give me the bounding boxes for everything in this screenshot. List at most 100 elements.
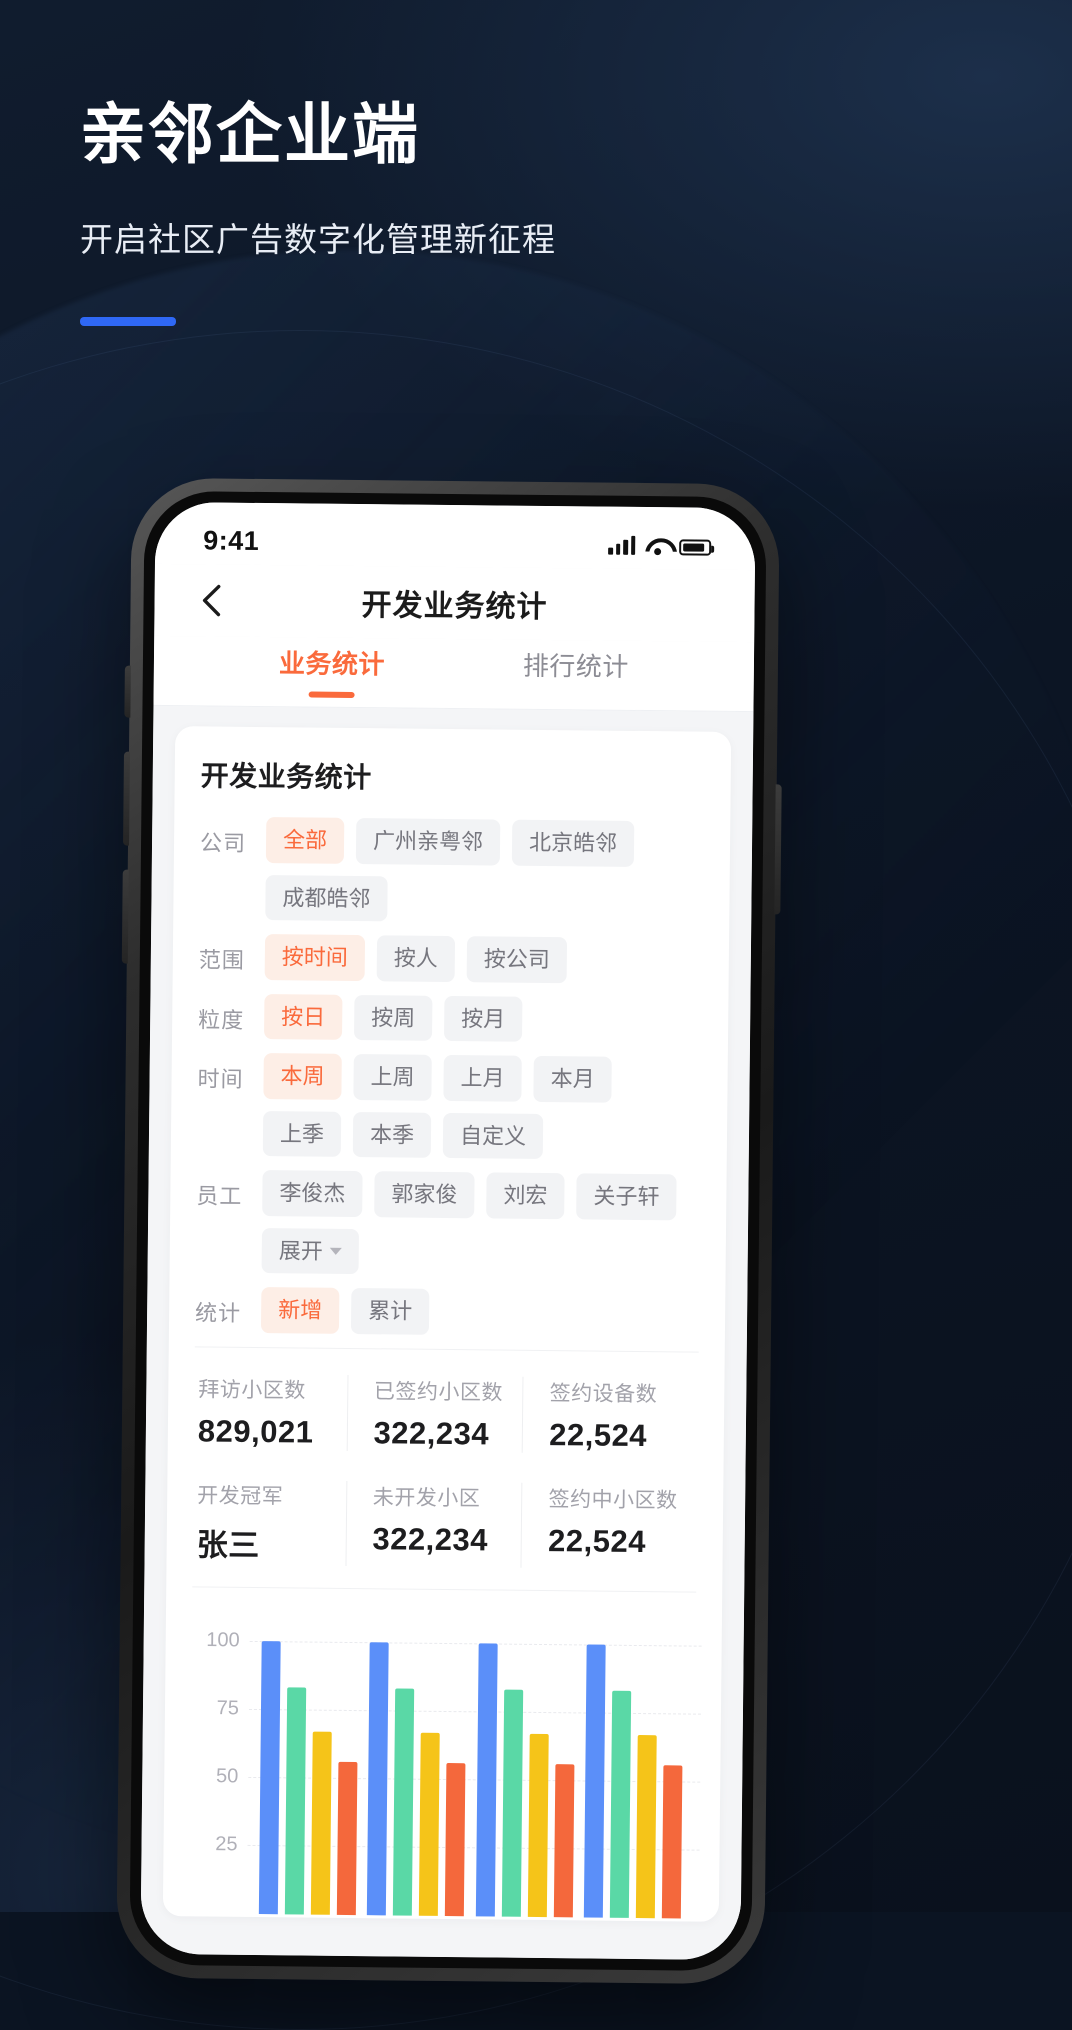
status-time: 9:41 [203,524,260,556]
filter-chip[interactable]: 北京皓邻 [511,819,635,867]
filter-row: 公司 全部 广州亲粤邻 北京皓邻 成都皓邻 [199,816,704,924]
filter-chip-label: 按日 [281,1003,326,1030]
filter-chip[interactable]: 按人 [376,935,456,982]
tab-active-underline [308,691,355,698]
filter-row: 范围 按时间 按人 按公司 [199,933,703,984]
filter-chip-group: 全部 广州亲粤邻 北京皓邻成都皓邻 [265,817,704,925]
kpi-value: 22,524 [549,1416,648,1453]
hero-title: 亲邻企业端 [80,97,420,171]
kpi-item: 拜访小区数 829,021 [194,1373,347,1451]
filter-chip[interactable]: 广州亲粤邻 [355,818,501,866]
wifi-icon [645,537,669,555]
filter-chip[interactable]: 成都皓邻 [265,874,388,922]
kpi-label: 签约中小区数 [548,1487,678,1512]
phone-bezel: 9:41 开发业务统计 业务统计 排行统计 开发业务统计 公司 全部 广州亲粤邻… [129,490,767,1972]
chart-bar[interactable] [336,1761,358,1915]
kpi-section: 拜访小区数 829,021 已签约小区数 322,234 签约设备数 22,524 开发冠军… [192,1345,699,1592]
kpi-row: 拜访小区数 829,021 已签约小区数 322,234 签约设备数 22,524 [194,1373,699,1455]
filter-chip-label: 按人 [393,945,439,971]
filter-chip[interactable]: 新增 [260,1287,340,1334]
filter-row-label: 统计 [194,1300,242,1326]
chart-bar[interactable] [553,1763,575,1917]
chart-y-tick-label: 100 [206,1628,240,1652]
filter-chip-label: 自定义 [459,1122,527,1149]
content-scroll-area[interactable]: 开发业务统计 公司 全部 广州亲粤邻 北京皓邻 成都皓邻 范围 按时间 按人 按公司 粒度 按日 按周… [140,705,754,1961]
filter-chip-label: 按月 [461,1005,506,1032]
chart-bar[interactable] [636,1734,657,1918]
filter-chip[interactable]: 展开 [261,1227,360,1275]
filter-chip[interactable]: 累计 [350,1287,430,1335]
filter-chip-label: 北京皓邻 [528,829,618,856]
filter-chip[interactable]: 按月 [444,995,523,1042]
chart-bar[interactable] [527,1733,549,1917]
phone-volume-down-button [121,869,129,964]
filter-chip[interactable]: 上季 [262,1110,342,1157]
filter-chip[interactable]: 刘宏 [486,1172,565,1219]
chart-bar[interactable] [310,1731,332,1915]
filter-row: 粒度 按日 按周 按月 [198,993,702,1044]
filter-chip[interactable]: 按日 [263,993,343,1040]
filter-chip[interactable]: 李俊杰 [262,1170,363,1217]
chart-bar[interactable] [284,1687,306,1915]
tab-bar: 业务统计 排行统计 [153,635,755,713]
filter-chip[interactable]: 本周 [263,1053,342,1100]
filter-row-label: 范围 [198,947,245,973]
filter-chip[interactable]: 郭家俊 [374,1171,475,1218]
chart-bar[interactable] [258,1640,281,1914]
chart-bar[interactable] [662,1765,683,1918]
chart-bar[interactable] [610,1690,632,1918]
chart-bar-group [258,1614,359,1915]
hero-accent-rule [80,317,176,327]
phone-volume-up-button [123,751,131,846]
tab-active-underline [553,694,599,700]
filter-chip[interactable]: 上月 [443,1054,522,1102]
filter-chip-label: 本季 [369,1121,415,1148]
tab-business-stats[interactable]: 业务统计 [209,636,454,708]
filter-section: 公司 全部 广州亲粤邻 北京皓邻 成都皓邻 范围 按时间 按人 按公司 粒度 按日 按周 按月 时间 本周上… [195,816,704,1337]
filter-chip-label: 按时间 [281,944,349,970]
chart-bar[interactable] [475,1643,498,1917]
chart-bar[interactable] [584,1644,606,1918]
back-chevron-icon[interactable] [194,583,228,617]
tab-label: 业务统计 [278,648,386,680]
chart-bar[interactable] [419,1732,440,1916]
chart-y-tick-label: 50 [215,1765,239,1788]
chart-bar[interactable] [367,1641,389,1915]
kpi-item: 未开发小区 322,234 [345,1480,522,1568]
filter-chip[interactable]: 关子轩 [576,1173,677,1220]
filter-chip[interactable]: 自定义 [442,1112,544,1159]
filter-chip[interactable]: 按时间 [264,934,366,981]
tab-ranking-stats[interactable]: 排行统计 [453,639,698,711]
chevron-down-icon [329,1247,342,1255]
chart-bar[interactable] [501,1689,523,1917]
filter-chip-label: 本周 [280,1063,325,1089]
filter-chip[interactable]: 本季 [352,1111,432,1158]
kpi-label: 未开发小区 [372,1485,481,1510]
hero-subtitle: 开启社区广告数字化管理新征程 [80,220,556,258]
filter-chip-label: 按周 [371,1004,416,1031]
filter-chip-label: 刘宏 [503,1182,548,1209]
kpi-item: 签约设备数 22,524 [522,1376,699,1455]
phone-mockup: 9:41 开发业务统计 业务统计 排行统计 开发业务统计 公司 全部 广州亲粤邻… [116,477,782,1985]
filter-chip[interactable]: 上周 [353,1054,432,1101]
chart-y-tick-label: 25 [215,1833,238,1856]
filter-chip[interactable]: 按周 [354,994,433,1041]
filter-chip-label: 全部 [282,827,328,853]
grouped-bar-chart: 100 75 50 25 [206,1613,702,1918]
kpi-label: 签约设备数 [549,1381,658,1406]
filter-chip-label: 本月 [550,1066,595,1092]
kpi-value: 张三 [196,1526,260,1563]
chart-bar[interactable] [393,1688,415,1916]
filter-chip-label: 郭家俊 [391,1181,458,1208]
chart-bar-group [475,1616,576,1917]
filter-chip[interactable]: 本月 [533,1055,612,1103]
kpi-value: 22,524 [547,1522,647,1559]
filter-chip[interactable]: 按公司 [466,936,568,983]
kpi-label: 已签约小区数 [373,1379,504,1405]
phone-screen: 9:41 开发业务统计 业务统计 排行统计 开发业务统计 公司 全部 广州亲粤邻… [140,501,756,1961]
cellular-signal-icon [608,535,636,555]
chart-bar[interactable] [445,1762,466,1916]
filter-chip[interactable]: 全部 [265,817,345,864]
kpi-item: 开发冠军 张三 [193,1479,347,1566]
kpi-value: 322,234 [372,1520,489,1557]
